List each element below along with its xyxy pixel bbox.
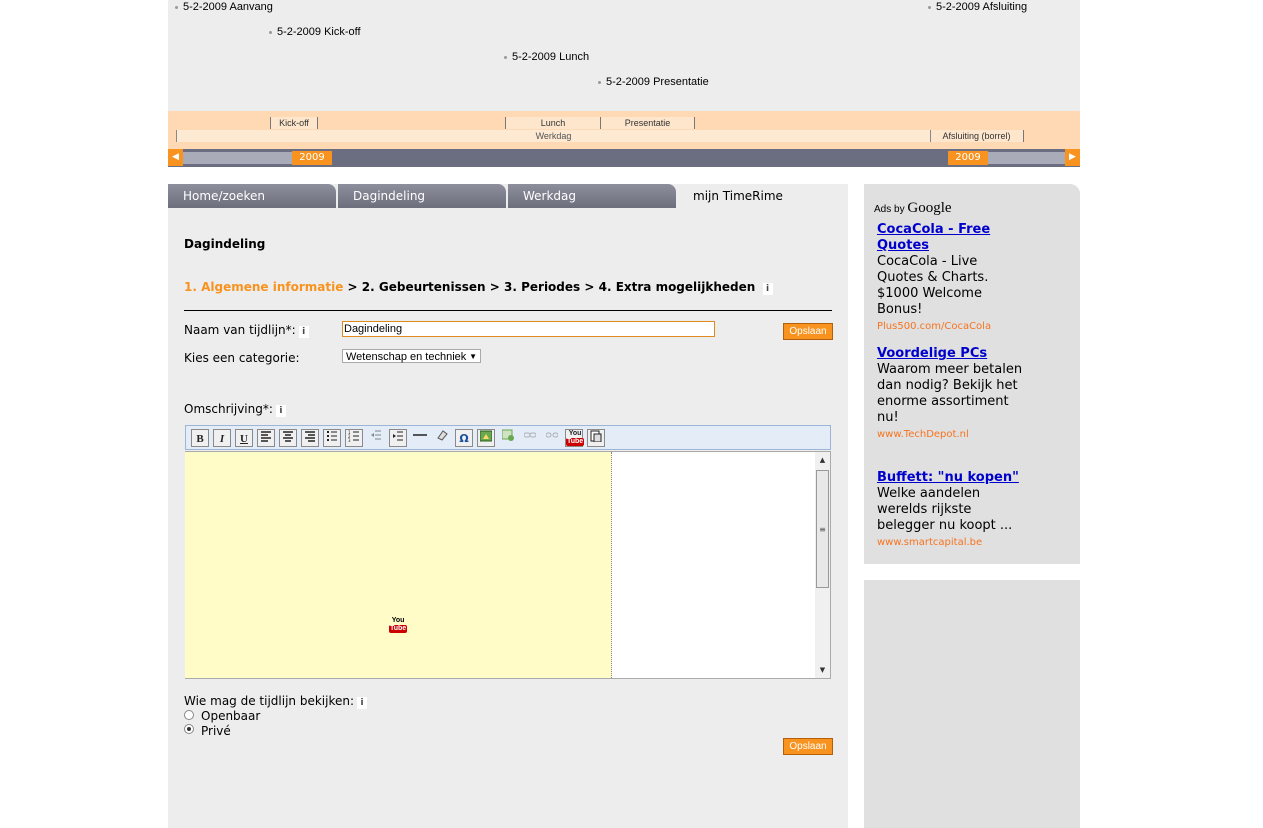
- timeline-event-lunch[interactable]: 5-2-2009 Lunch: [504, 51, 589, 63]
- info-icon[interactable]: i: [762, 283, 773, 295]
- timeline-name-input[interactable]: [342, 321, 715, 337]
- ad-title[interactable]: Voordelige PCs: [877, 346, 1027, 362]
- ad-title[interactable]: CocaCola - Free Quotes: [877, 222, 1027, 254]
- horizontal-rule-icon[interactable]: [411, 429, 429, 447]
- scroll-right-arrow-icon[interactable]: ▶: [1065, 149, 1080, 166]
- scroll-left-arrow-icon[interactable]: ◀: [168, 149, 183, 166]
- year-marker-left: 2009: [292, 151, 332, 165]
- description-label: Omschrijving*: i: [184, 402, 286, 417]
- timeline-event-presentatie[interactable]: 5-2-2009 Presentatie: [598, 76, 709, 88]
- radio-openbaar-label: Openbaar: [201, 709, 261, 723]
- editor-toolbar: B I U 123 Ω You Tube: [185, 425, 831, 450]
- save-button-bottom[interactable]: Opslaan: [783, 738, 833, 755]
- timeline-scroll-range-left: [183, 152, 293, 164]
- tab-dagindeling[interactable]: Dagindeling: [338, 184, 506, 208]
- period-presentatie[interactable]: Presentatie: [600, 117, 695, 129]
- year-marker-right: 2009: [948, 151, 988, 165]
- indent-icon[interactable]: [389, 429, 407, 447]
- timeline-event-afsluiting[interactable]: 5-2-2009 Afsluiting: [928, 1, 1027, 13]
- scroll-down-arrow-icon[interactable]: ▼: [815, 663, 830, 678]
- timeline-scroll-range-right: [985, 152, 1065, 164]
- step-extra-mogelijkheden[interactable]: 4. Extra mogelijkheden: [599, 280, 756, 294]
- info-icon[interactable]: i: [357, 697, 368, 709]
- save-button[interactable]: Opslaan: [783, 323, 833, 340]
- svg-text:3: 3: [348, 438, 351, 442]
- insert-media-icon[interactable]: [499, 429, 517, 447]
- youtube-placeholder-icon[interactable]: You Tube: [389, 617, 408, 633]
- tab-mijn-timerime[interactable]: mijn TimeRime: [678, 184, 848, 208]
- event-dot-icon: [928, 5, 931, 9]
- ad-title[interactable]: Buffett: "nu kopen": [877, 470, 1027, 486]
- ad-item[interactable]: Voordelige PCs Waarom meer betalen dan n…: [877, 346, 1027, 443]
- youtube-icon[interactable]: You Tube: [565, 429, 585, 447]
- editor-content-area[interactable]: [185, 452, 612, 678]
- ad-url[interactable]: www.TechDepot.nl: [877, 427, 1027, 443]
- bullet-list-icon[interactable]: [323, 429, 341, 447]
- period-werkdag[interactable]: Werkdag: [176, 130, 931, 142]
- timeline-area[interactable]: [168, 0, 1080, 111]
- event-dot-icon: [175, 5, 178, 9]
- info-icon[interactable]: i: [298, 326, 309, 338]
- tab-bar: Home/zoeken Dagindeling Werkdag mijn Tim…: [168, 184, 848, 208]
- step-algemene-informatie[interactable]: 1. Algemene informatie: [184, 280, 343, 294]
- outdent-icon[interactable]: [367, 429, 385, 447]
- editor-scroll-thumb[interactable]: ≡: [816, 470, 829, 588]
- timeline-event-kickoff[interactable]: 5-2-2009 Kick-off: [269, 26, 361, 38]
- paste-icon[interactable]: [587, 429, 605, 447]
- underline-button[interactable]: U: [235, 429, 253, 447]
- tab-home-zoeken[interactable]: Home/zoeken: [168, 184, 336, 208]
- link-icon[interactable]: [521, 429, 539, 447]
- period-afsluiting[interactable]: Afsluiting (borrel): [929, 130, 1024, 142]
- tab-werkdag[interactable]: Werkdag: [508, 184, 676, 208]
- step-gebeurtenissen[interactable]: 2. Gebeurtenissen: [362, 280, 486, 294]
- category-select[interactable]: Wetenschap en techniek ▼: [342, 349, 481, 363]
- info-icon[interactable]: i: [275, 405, 286, 417]
- event-dot-icon: [269, 30, 272, 34]
- numbered-list-icon[interactable]: 123: [345, 429, 363, 447]
- period-lunch[interactable]: Lunch: [505, 117, 601, 129]
- align-center-icon[interactable]: [279, 429, 297, 447]
- category-label: Kies een categorie:: [184, 351, 300, 365]
- radio-prive-label: Privé: [201, 724, 231, 738]
- radio-prive[interactable]: [184, 724, 194, 734]
- align-right-icon[interactable]: [301, 429, 319, 447]
- eraser-icon[interactable]: [433, 429, 451, 447]
- scroll-up-arrow-icon[interactable]: ▲: [815, 453, 830, 468]
- ads-by-google[interactable]: Ads by Google: [874, 200, 952, 217]
- visibility-label: Wie mag de tijdlijn bekijken: i: [184, 694, 368, 709]
- ad-url[interactable]: Plus500.com/CocaCola: [877, 319, 1027, 335]
- ad-url[interactable]: www.smartcapital.be: [877, 535, 1027, 551]
- ad-body: CocaCola - Live Quotes & Charts. $1000 W…: [877, 254, 989, 317]
- step-separator: >: [489, 280, 500, 294]
- divider: [184, 310, 832, 311]
- page-title: Dagindeling: [184, 237, 266, 251]
- ad-item[interactable]: CocaCola - Free Quotes CocaCola - Live Q…: [877, 222, 1027, 335]
- special-char-icon[interactable]: Ω: [455, 429, 473, 447]
- insert-image-icon[interactable]: [477, 429, 495, 447]
- google-logo: Google: [907, 200, 952, 216]
- ad-item[interactable]: Buffett: "nu kopen" Welke aandelen werel…: [877, 470, 1027, 551]
- bold-button[interactable]: B: [191, 429, 209, 447]
- event-dot-icon: [598, 80, 601, 84]
- unlink-icon[interactable]: [543, 429, 561, 447]
- ad-body: Welke aandelen werelds rijkste belegger …: [877, 486, 1013, 533]
- italic-button[interactable]: I: [213, 429, 231, 447]
- name-label: Naam van tijdlijn*: i: [184, 323, 309, 338]
- radio-openbaar[interactable]: [184, 710, 194, 720]
- step-periodes[interactable]: 3. Periodes: [504, 280, 580, 294]
- step-separator: >: [347, 280, 358, 294]
- timeline-event-aanvang[interactable]: 5-2-2009 Aanvang: [175, 1, 273, 13]
- ad-body: Waarom meer betalen dan nodig? Bekijk he…: [877, 362, 1023, 425]
- wizard-steps: 1. Algemene informatie > 2. Gebeurteniss…: [184, 280, 773, 295]
- ads-panel-secondary: [864, 580, 1080, 828]
- step-separator: >: [584, 280, 595, 294]
- chevron-down-icon: ▼: [469, 352, 477, 361]
- period-kickoff[interactable]: Kick-off: [270, 117, 318, 129]
- event-dot-icon: [504, 55, 507, 59]
- align-left-icon[interactable]: [257, 429, 275, 447]
